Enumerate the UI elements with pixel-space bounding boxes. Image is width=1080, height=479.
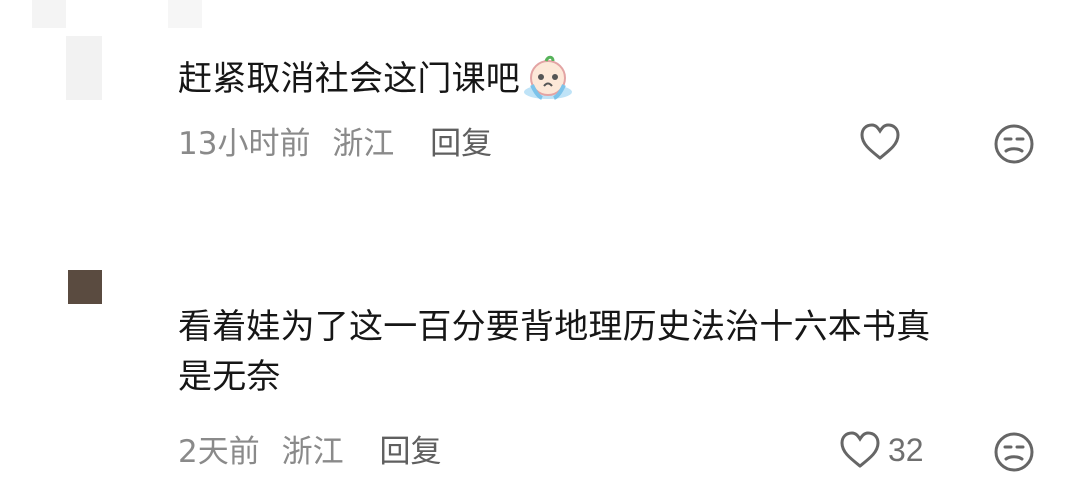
dislike-button[interactable]: [992, 430, 1036, 474]
comment-body-line-2: 是无奈: [178, 357, 281, 397]
crying-emoji-icon: [522, 54, 574, 114]
comment-time: 13小时前: [178, 125, 311, 162]
comment-body-line-1: 看着娃为了这一百分要背地理历史法治十六本书真: [178, 307, 931, 347]
unamused-face-icon: [994, 432, 1034, 472]
avatar[interactable]: [66, 36, 102, 100]
dislike-button[interactable]: [992, 122, 1036, 166]
avatar[interactable]: [68, 270, 102, 304]
comment-meta: 13小时前 浙江 回复: [178, 122, 492, 164]
comment-meta: 2天前 浙江 回复: [178, 430, 441, 472]
comment-body: 赶紧取消社会这门课吧: [178, 59, 520, 99]
comment-text: 赶紧取消社会这门课吧: [178, 54, 574, 114]
like-button[interactable]: 32: [838, 430, 924, 470]
comment-location: 浙江: [332, 125, 395, 162]
like-button[interactable]: [858, 122, 908, 162]
avatar-fragment-top-2: [168, 0, 202, 28]
comment-location: 浙江: [281, 433, 344, 470]
heart-outline-icon: [860, 123, 900, 160]
reply-button[interactable]: 回复: [379, 432, 441, 472]
unamused-face-icon: [994, 124, 1034, 164]
comment-time: 2天前: [178, 433, 260, 470]
reply-button[interactable]: 回复: [430, 124, 492, 164]
comment-text: 看着娃为了这一百分要背地理历史法治十六本书真 是无奈: [178, 302, 930, 402]
avatar-fragment-top: [32, 0, 66, 28]
heart-outline-icon: [840, 431, 880, 468]
like-count: 32: [888, 431, 924, 468]
